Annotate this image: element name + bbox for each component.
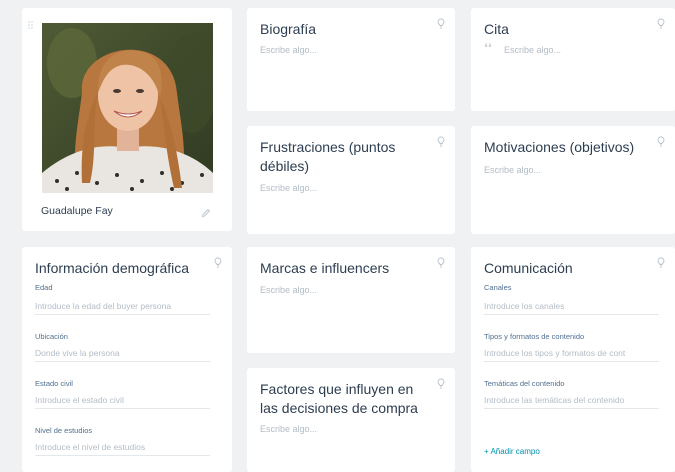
nivel-estudios-input[interactable]: Introduce el nivel de estudios [35,439,210,456]
biografia-card[interactable]: Biografía Escribe algo... [247,8,455,111]
profile-card: Guadalupe Fay [22,8,232,231]
motivaciones-title: Motivaciones (objetivos) [484,139,635,155]
field-label-tematicas: Temáticas del contenido [484,379,565,388]
marcas-card[interactable]: Marcas e influencers Escribe algo... [247,247,455,353]
demografica-card: Información demográfica Edad Introduce l… [22,247,232,472]
motivaciones-input[interactable]: Escribe algo... [484,165,541,175]
tematicas-input[interactable]: Introduce las temáticas del contenido [484,392,659,409]
frustraciones-title: Frustraciones (puntos débiles) [260,139,396,174]
drag-handle-icon[interactable] [28,16,33,34]
pin-icon[interactable] [436,256,446,268]
estado-civil-input[interactable]: Introduce el estado civil [35,392,210,409]
pin-icon[interactable] [213,256,223,268]
marcas-input[interactable]: Escribe algo... [260,285,317,295]
quote-icon: ❛❛ [484,41,492,55]
field-label-nivel-estudios: Nivel de estudios [35,426,93,435]
field-label-edad: Edad [35,283,53,292]
cita-card[interactable]: Cita ❛❛ Escribe algo... [471,8,675,111]
cita-input[interactable]: Escribe algo... [504,45,561,55]
add-field-button[interactable]: + Añadir campo [484,447,540,456]
field-label-tipos-formatos: Tipos y formatos de contenido [484,332,585,341]
pin-icon[interactable] [656,17,666,29]
pin-icon[interactable] [436,17,446,29]
frustraciones-input[interactable]: Escribe algo... [260,183,317,193]
pin-icon[interactable] [436,377,446,389]
field-label-ubicacion: Ubicación [35,332,68,341]
motivaciones-card[interactable]: Motivaciones (objetivos) Escribe algo... [471,126,675,234]
pin-icon[interactable] [656,135,666,147]
cita-title: Cita [484,21,509,37]
factores-input[interactable]: Escribe algo... [260,424,317,434]
canales-input[interactable]: Introduce los canales [484,298,659,315]
factores-card[interactable]: Factores que influyen en las decisiones … [247,368,455,472]
field-label-estado-civil: Estado civil [35,379,73,388]
demografica-title: Información demográfica [35,260,190,276]
pencil-icon[interactable] [201,205,211,223]
frustraciones-card[interactable]: Frustraciones (puntos débiles) Escribe a… [247,126,455,234]
comunicacion-title: Comunicación [484,260,573,276]
profile-name[interactable]: Guadalupe Fay [41,205,113,217]
ubicacion-input[interactable]: Donde vive la persona [35,345,210,362]
pin-icon[interactable] [436,135,446,147]
tipos-formatos-input[interactable]: Introduce los tipos y formatos de cont [484,345,659,362]
comunicacion-card: Comunicación Canales Introduce los canal… [471,247,675,472]
pin-icon[interactable] [656,256,666,268]
biografia-input[interactable]: Escribe algo... [260,45,317,55]
biografia-title: Biografía [260,21,317,37]
field-label-canales: Canales [484,283,512,292]
factores-title: Factores que influyen en las decisiones … [260,381,418,416]
profile-photo[interactable] [42,23,213,193]
edad-input[interactable]: Introduce la edad del buyer persona [35,298,210,315]
marcas-title: Marcas e influencers [260,260,390,276]
